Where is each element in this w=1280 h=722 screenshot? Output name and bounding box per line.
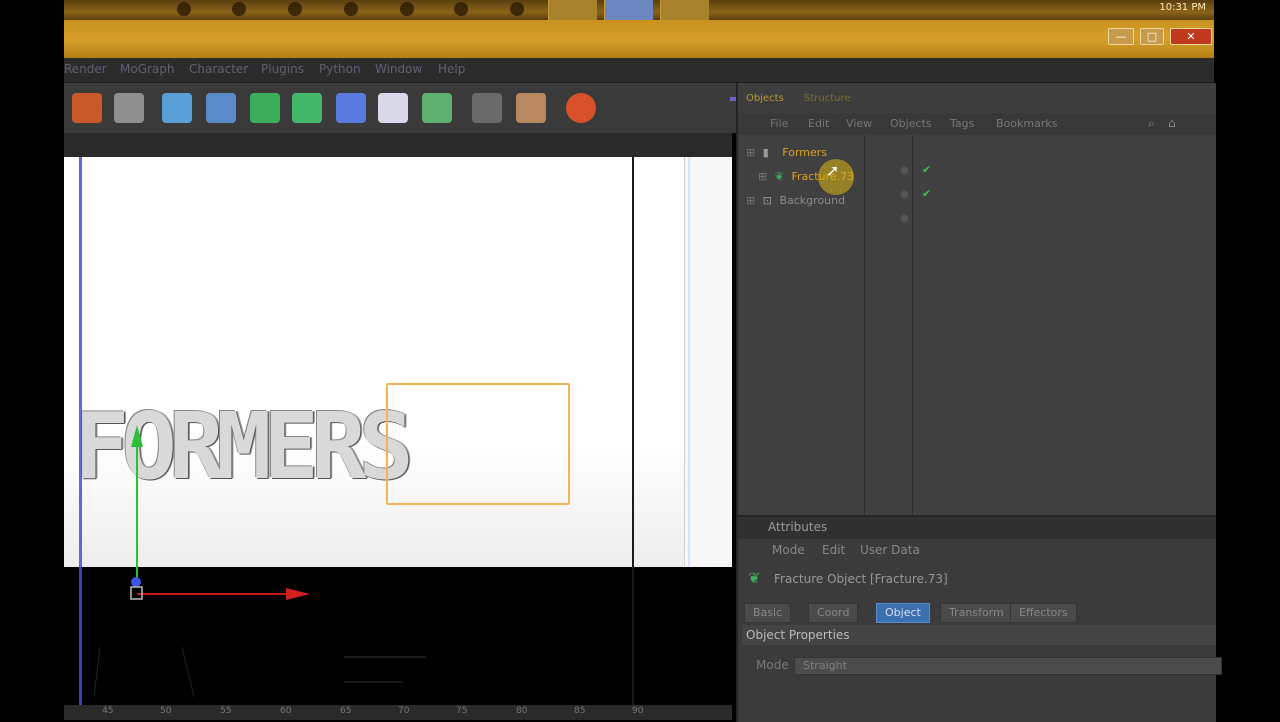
- background-icon: ⊡: [762, 194, 772, 207]
- web-icon[interactable]: [566, 93, 596, 123]
- light-icon[interactable]: [378, 93, 408, 123]
- enabled-check-icon[interactable]: ✔: [922, 163, 931, 176]
- nurbs-icon[interactable]: [206, 93, 236, 123]
- taskbar-app-icon[interactable]: [400, 2, 414, 16]
- attributes-header: Attributes: [738, 517, 1216, 539]
- timeline-icon[interactable]: [516, 93, 546, 123]
- render-picture-icon[interactable]: [114, 93, 144, 123]
- tab-basic[interactable]: Basic: [744, 603, 792, 623]
- timeline-tick: 90: [632, 706, 644, 716]
- taskbar-app-icon[interactable]: [454, 2, 468, 16]
- section-object-properties: Object Properties: [742, 625, 1216, 645]
- taskbar-app-icon[interactable]: [344, 2, 358, 16]
- taskbar-clock: 10:31 PM: [1159, 2, 1206, 13]
- visibility-dots[interactable]: ●: [900, 189, 909, 200]
- render-settings-icon[interactable]: [72, 93, 102, 123]
- timeline-tick: 55: [220, 706, 232, 716]
- tab-transform[interactable]: Transform: [940, 603, 1013, 623]
- minimize-button[interactable]: —: [1108, 28, 1134, 45]
- taskbar: 10:31 PM: [64, 0, 1214, 20]
- attr-menu-user-data[interactable]: User Data: [860, 543, 920, 557]
- expand-icon[interactable]: ⊞: [746, 146, 755, 159]
- timeline-tick: 75: [456, 706, 468, 716]
- mouse-cursor-icon: ➚: [826, 161, 840, 180]
- deformer-icon[interactable]: [336, 93, 366, 123]
- taskbar-app-icon[interactable]: [510, 2, 524, 16]
- obj-menu-edit[interactable]: Edit: [808, 117, 829, 130]
- timeline-tick: 80: [516, 706, 528, 716]
- tab-effectors[interactable]: Effectors: [1010, 603, 1077, 623]
- obj-menu-bookmarks[interactable]: Bookmarks: [996, 117, 1057, 130]
- menu-mograph[interactable]: MoGraph: [120, 62, 175, 76]
- particles-icon[interactable]: [422, 93, 452, 123]
- obj-menu-view[interactable]: View: [846, 117, 872, 130]
- menu-help[interactable]: Help: [438, 62, 465, 76]
- main-toolbar: [64, 83, 736, 133]
- attr-menu-edit[interactable]: Edit: [822, 543, 845, 557]
- close-button[interactable]: ✕: [1170, 28, 1212, 45]
- timeline-tick: 60: [280, 706, 292, 716]
- scene-icon[interactable]: [472, 93, 502, 123]
- enabled-check-icon[interactable]: ✔: [922, 187, 931, 200]
- expand-icon[interactable]: ⊞: [746, 194, 755, 207]
- object-name[interactable]: Background: [779, 194, 845, 207]
- object-manager-menubar: File Edit View Objects Tags Bookmarks ⌕ …: [738, 113, 1216, 135]
- home-icon[interactable]: ⌂: [1168, 116, 1176, 130]
- window-title-bar: — □ ✕: [64, 20, 1214, 58]
- menu-character[interactable]: Character: [189, 62, 248, 76]
- mode-label: Mode: [756, 658, 789, 672]
- cube-icon[interactable]: [162, 93, 192, 123]
- tab-coord[interactable]: Coord: [808, 603, 859, 623]
- mode-dropdown[interactable]: Straight: [794, 657, 1222, 675]
- right-letterbox: [1214, 0, 1280, 720]
- taskbar-app-icon[interactable]: [232, 2, 246, 16]
- cloner-icon[interactable]: [292, 93, 322, 123]
- timeline-tick: 50: [160, 706, 172, 716]
- 3d-viewport[interactable]: FORMERS: [64, 157, 732, 705]
- taskbar-app-icon[interactable]: [288, 2, 302, 16]
- null-object-icon: ▮: [762, 146, 769, 159]
- timeline-ruler[interactable]: 45 50 55 60 65 70 75 80 85 90: [64, 705, 732, 720]
- attr-menu-mode[interactable]: Mode: [772, 543, 805, 557]
- taskbar-app-icon[interactable]: [177, 2, 191, 16]
- object-name[interactable]: Formers: [782, 146, 827, 159]
- menu-window[interactable]: Window: [375, 62, 422, 76]
- column-separator: [864, 135, 865, 515]
- fracture-icon: ❦: [774, 170, 784, 183]
- visibility-dots[interactable]: ●: [900, 165, 909, 176]
- timeline-tick: 70: [398, 706, 410, 716]
- object-manager: Objects Structure File Edit View Objects…: [736, 83, 1216, 515]
- column-separator: [912, 135, 913, 515]
- timeline-tick: 45: [102, 706, 114, 716]
- object-row-formers[interactable]: ⊞ ▮ Formers: [746, 143, 827, 163]
- attributes-title: Attributes: [768, 520, 828, 534]
- taskbar-window-button[interactable]: [660, 0, 709, 20]
- tab-structure[interactable]: Structure: [804, 93, 851, 104]
- visibility-dots[interactable]: ●: [900, 213, 909, 224]
- obj-menu-tags[interactable]: Tags: [950, 117, 974, 130]
- obj-menu-objects[interactable]: Objects: [890, 117, 932, 130]
- timeline-tick: 85: [574, 706, 586, 716]
- main-menubar: Render MoGraph Character Plugins Python …: [64, 58, 1214, 83]
- expand-icon[interactable]: ⊞: [758, 170, 767, 183]
- array-icon[interactable]: [250, 93, 280, 123]
- tab-object[interactable]: Object: [876, 603, 930, 623]
- attributes-manager: Attributes Mode Edit User Data ❦ Fractur…: [736, 515, 1222, 722]
- timeline-tick: 65: [340, 706, 352, 716]
- menu-render[interactable]: Render: [64, 62, 107, 76]
- viewport-header: [64, 133, 732, 157]
- axis-gizmo[interactable]: [64, 157, 732, 705]
- object-list: ⊞ ▮ Formers ⊞ ❦ Fracture.73 ⊞ ⊡ Backgrou…: [738, 135, 1216, 515]
- menu-python[interactable]: Python: [319, 62, 361, 76]
- search-icon[interactable]: ⌕: [1148, 116, 1155, 131]
- menu-plugins[interactable]: Plugins: [261, 62, 304, 76]
- taskbar-window-button-active[interactable]: [604, 0, 653, 20]
- attributes-object-title: Fracture Object [Fracture.73]: [774, 572, 948, 586]
- fracture-icon: ❦: [748, 569, 761, 587]
- taskbar-window-button[interactable]: [548, 0, 597, 20]
- maximize-button[interactable]: □: [1140, 28, 1164, 45]
- left-letterbox: [0, 0, 64, 720]
- obj-menu-file[interactable]: File: [770, 117, 788, 130]
- tab-objects[interactable]: Objects: [746, 93, 784, 104]
